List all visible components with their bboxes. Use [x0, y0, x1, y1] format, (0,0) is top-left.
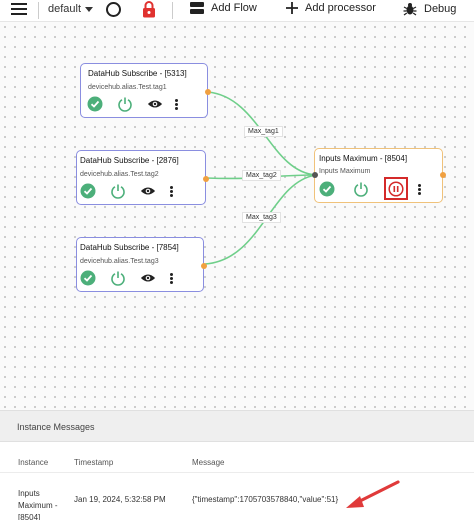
eye-icon[interactable]	[140, 183, 156, 199]
pause-highlight-box	[384, 177, 408, 200]
check-circle-icon[interactable]	[319, 181, 335, 197]
flow-select-value: default	[48, 3, 82, 15]
output-port[interactable]	[203, 176, 209, 182]
datahub-subscribe-node-5313[interactable]: DataHub Subscribe - [5313] devicehub.ali…	[80, 63, 211, 118]
power-icon[interactable]	[110, 183, 126, 199]
node-subtitle: devicehub.alias.Test.tag1	[88, 84, 167, 91]
debug-button[interactable]: Debug	[403, 2, 456, 16]
instance-messages-panel: Instance Messages Instance Timestamp Mes…	[0, 410, 474, 520]
power-icon[interactable]	[353, 181, 369, 197]
panel-title: Instance Messages	[0, 410, 474, 442]
flow-canvas[interactable]: DataHub Subscribe - [5313] devicehub.ali…	[0, 22, 474, 410]
flow-icon	[190, 2, 204, 14]
node-subtitle: devicehub.alias.Test.tag3	[80, 258, 159, 265]
annotation-arrow-icon	[346, 480, 400, 508]
datahub-subscribe-node-7854[interactable]: DataHub Subscribe - [7854] devicehub.ali…	[76, 237, 207, 292]
more-options-icon[interactable]	[170, 185, 173, 197]
node-title: DataHub Subscribe - [5313]	[88, 69, 187, 78]
more-options-icon[interactable]	[170, 272, 173, 284]
toolbar-divider	[172, 2, 173, 19]
lock-icon[interactable]	[142, 1, 156, 18]
power-icon[interactable]	[117, 96, 133, 112]
output-port[interactable]	[440, 172, 446, 178]
column-header-instance: Instance	[18, 458, 49, 467]
node-title: Inputs Maximum - [8504]	[319, 154, 408, 163]
node-subtitle: Inputs Maximum	[319, 168, 371, 175]
column-header-message: Message	[192, 458, 225, 467]
bug-icon	[403, 3, 417, 16]
cell-instance: Inputs Maximum - [8504]	[18, 489, 58, 520]
power-icon[interactable]	[110, 270, 126, 286]
node-title: DataHub Subscribe - [2876]	[80, 156, 179, 165]
plus-icon	[286, 2, 298, 14]
add-processor-label: Add processor	[305, 2, 376, 14]
menu-icon[interactable]	[11, 3, 27, 15]
toolbar: default Add Flow Add processor Debug	[0, 0, 474, 22]
node-subtitle: devicehub.alias.Test.tag2	[80, 171, 159, 178]
eye-icon[interactable]	[147, 96, 163, 112]
edge-label-tag1[interactable]: Max_tag1	[244, 126, 283, 137]
more-options-icon[interactable]	[175, 98, 178, 110]
header-divider	[0, 472, 474, 473]
node-title: DataHub Subscribe - [7854]	[80, 243, 179, 252]
edge-layer	[204, 91, 317, 265]
cell-message: {"timestamp":1705703578840,"value":51}	[192, 495, 339, 504]
datahub-subscribe-node-2876[interactable]: DataHub Subscribe - [2876] devicehub.ali…	[76, 150, 209, 205]
cell-timestamp: Jan 19, 2024, 5:32:58 PM	[74, 495, 166, 504]
add-processor-button[interactable]: Add processor	[286, 2, 376, 14]
output-port[interactable]	[201, 263, 207, 269]
output-port[interactable]	[205, 89, 211, 95]
check-circle-icon[interactable]	[80, 183, 96, 199]
input-port[interactable]	[312, 172, 318, 178]
add-flow-label: Add Flow	[211, 2, 257, 14]
inputs-maximum-node-8504[interactable]: Inputs Maximum - [8504] Inputs Maximum	[312, 148, 446, 203]
toolbar-divider	[38, 2, 39, 19]
caret-down-icon	[85, 6, 94, 12]
eye-icon[interactable]	[140, 270, 156, 286]
circle-icon[interactable]	[106, 2, 121, 17]
check-circle-icon[interactable]	[80, 270, 96, 286]
column-header-timestamp: Timestamp	[74, 458, 114, 467]
check-circle-icon[interactable]	[87, 96, 103, 112]
more-options-icon[interactable]	[418, 183, 421, 195]
edge-label-tag3[interactable]: Max_tag3	[242, 212, 281, 223]
add-flow-button[interactable]: Add Flow	[190, 2, 257, 14]
edge-label-tag2[interactable]: Max_tag2	[242, 170, 281, 181]
flow-select[interactable]: default	[48, 3, 94, 15]
debug-label: Debug	[424, 3, 457, 15]
